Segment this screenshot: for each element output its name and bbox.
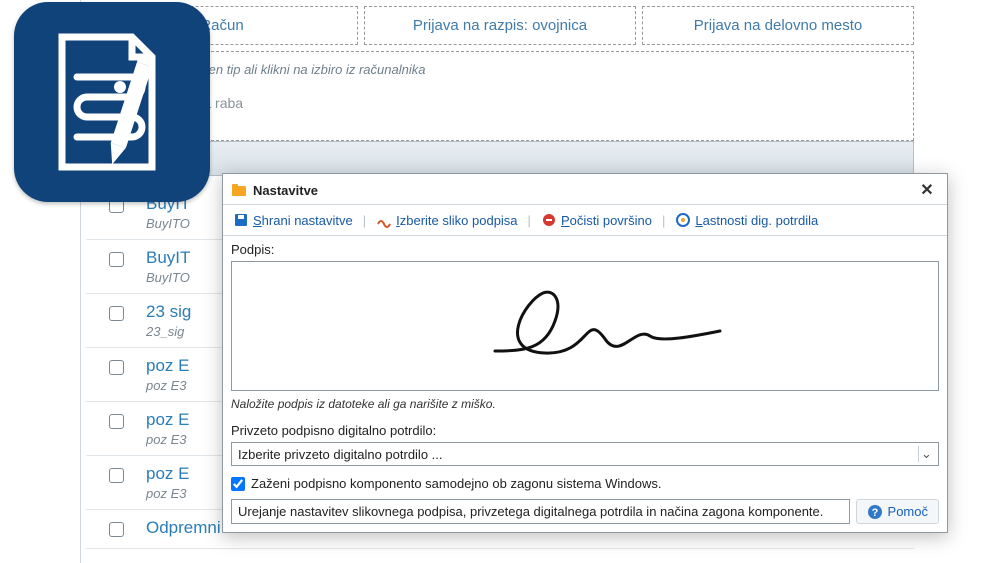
row-checkbox[interactable]: [109, 414, 124, 429]
row-checkbox[interactable]: [109, 306, 124, 321]
row-checkbox[interactable]: [109, 468, 124, 483]
app-logo: [14, 2, 210, 202]
signature-label: Podpis:: [231, 242, 939, 257]
status-text: Urejanje nastavitev slikovnega podpisa, …: [231, 499, 850, 524]
eraser-icon: [541, 212, 557, 228]
dialog-title: Nastavitve: [253, 183, 318, 198]
default-cert-value: Izberite privzeto digitalno potrdilo ...: [238, 447, 443, 462]
certificate-icon: [675, 212, 691, 228]
document-pen-icon: [42, 27, 182, 177]
signature-canvas[interactable]: [231, 261, 939, 391]
dialog-titlebar: Nastavitve ✕: [223, 174, 947, 204]
autostart-label: Zaženi podpisno komponento samodejno ob …: [251, 476, 661, 491]
pick-signature-image-button[interactable]: Izberite sliko podpisa: [372, 210, 521, 230]
save-settings-button[interactable]: Shrani nastavitve: [229, 210, 357, 230]
close-button[interactable]: ✕: [915, 180, 939, 200]
help-label: Pomoč: [888, 504, 928, 519]
default-cert-select[interactable]: Izberite privzeto digitalno potrdilo ...…: [231, 442, 939, 466]
row-checkbox[interactable]: [109, 360, 124, 375]
chevron-down-icon: ⌄: [918, 446, 934, 462]
settings-dialog: Nastavitve ✕ Shrani nastavitve | Izberit…: [222, 173, 948, 533]
row-checkbox[interactable]: [109, 252, 124, 267]
svg-text:?: ?: [871, 507, 878, 519]
help-icon: ?: [867, 504, 883, 520]
clear-surface-button[interactable]: Počisti površino: [537, 210, 656, 230]
autostart-checkbox-row[interactable]: Zaženi podpisno komponento samodejno ob …: [231, 476, 939, 491]
help-button[interactable]: ? Pomoč: [856, 499, 939, 524]
signature-image-icon: [376, 212, 392, 228]
section-header: dokumenta: [86, 141, 914, 176]
tab-razpis[interactable]: Prijava na razpis: ovojnica: [364, 6, 636, 45]
save-icon: [233, 212, 249, 228]
cert-properties-button[interactable]: Lastnosti dig. potrdila: [671, 210, 822, 230]
signature-drawing: [435, 281, 735, 371]
tab-delovno[interactable]: Prijava na delovno mesto: [642, 6, 914, 45]
dialog-toolbar: Shrani nastavitve | Izberite sliko podpi…: [223, 204, 947, 236]
default-cert-label: Privzeto podpisno digitalno potrdilo:: [231, 423, 939, 438]
drop-hint: jih spusti na ustrezen tip ali klikni na…: [86, 51, 914, 141]
signature-hint: Naložite podpis iz datoteke ali ga nariš…: [231, 397, 939, 411]
folder-icon: [231, 182, 247, 198]
autostart-checkbox[interactable]: [231, 477, 245, 491]
row-checkbox[interactable]: [109, 522, 124, 537]
